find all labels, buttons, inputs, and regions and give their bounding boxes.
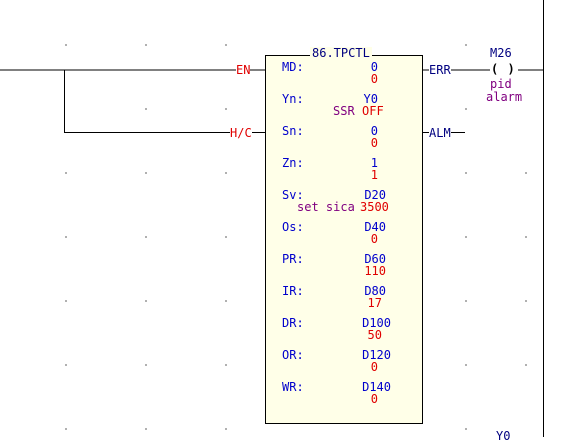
param-value: 3500: [360, 200, 389, 214]
param-value: 1: [370, 168, 378, 182]
param-name: MD:: [282, 60, 304, 74]
param-value: 110: [364, 264, 386, 278]
param-comment: set sica: [297, 200, 355, 214]
param-value: 0: [370, 360, 378, 374]
output-err: ERR: [429, 63, 451, 77]
param-name: OR:: [282, 348, 304, 362]
coil-comment: alarm: [486, 90, 523, 104]
input-hc: H/C: [230, 126, 252, 140]
param-name: Sn:: [282, 124, 304, 138]
param-value: 0: [370, 72, 378, 86]
param-name: Yn:: [282, 92, 304, 106]
param-comment: SSR: [333, 104, 355, 118]
param-value: 50: [367, 328, 382, 342]
param-name: DR:: [282, 316, 304, 330]
param-value: 0: [370, 392, 378, 406]
block-title: 86.TPCTL: [310, 46, 372, 60]
param-value: 17: [367, 296, 382, 310]
input-en: EN: [236, 63, 251, 77]
coil-device: M26: [490, 46, 512, 60]
param-name: Os:: [282, 220, 304, 234]
param-value: OFF: [362, 104, 384, 118]
output-alm: ALM: [429, 126, 451, 140]
ladder-canvas[interactable]: 86.TPCTL EN H/C ERR ALM MD: 0 0 Yn: Y0 S…: [0, 0, 584, 443]
param-value: 0: [370, 136, 378, 150]
coil-symbol[interactable]: ( ): [491, 63, 516, 76]
param-name: WR:: [282, 380, 304, 394]
param-name: PR:: [282, 252, 304, 266]
param-value: 0: [370, 232, 378, 246]
param-name: IR:: [282, 284, 304, 298]
param-name: Zn:: [282, 156, 304, 170]
